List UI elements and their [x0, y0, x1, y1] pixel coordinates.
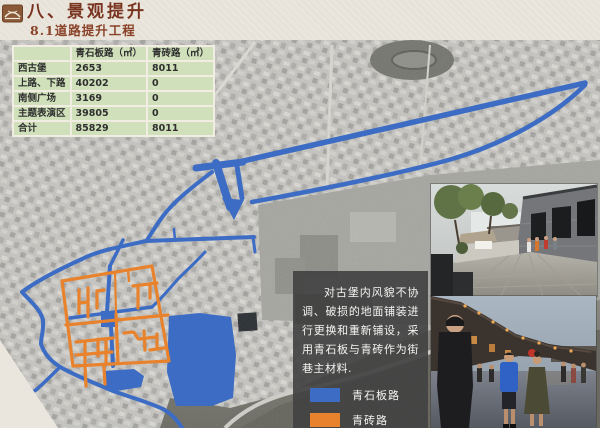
legend-item: 青砖路: [310, 412, 419, 428]
value-cell: 0: [147, 106, 214, 121]
road-area-table-body: 青石板路（㎡）青砖路（㎡）西古堡26538011上路、下路402020南侧广场3…: [13, 46, 214, 136]
road-area-table: 青石板路（㎡）青砖路（㎡）西古堡26538011上路、下路402020南侧广场3…: [12, 45, 215, 137]
legend-label: 青砖路: [352, 412, 388, 428]
value-cell: 39805: [71, 106, 148, 121]
row-label-cell: 上路、下路: [13, 76, 71, 91]
row-label-cell: 南侧广场: [13, 91, 71, 106]
table-header-cell: 青砖路（㎡）: [147, 46, 214, 61]
table-row: 南侧广场31690: [13, 91, 214, 106]
table-row: 合计858298011: [13, 121, 214, 136]
table-row: 上路、下路402020: [13, 76, 214, 91]
map-legend: 青石板路青砖路: [302, 387, 419, 428]
table-row: 西古堡26538011: [13, 61, 214, 76]
table-header-cell: 青石板路（㎡）: [71, 46, 148, 61]
table-header-row: 青石板路（㎡）青砖路（㎡）: [13, 46, 214, 61]
page-subtitle: 8.1道路提升工程: [30, 23, 147, 39]
value-cell: 8011: [147, 61, 214, 76]
value-cell: 0: [147, 76, 214, 91]
value-cell: 0: [147, 91, 214, 106]
value-cell: 8011: [147, 121, 214, 136]
photo-lantern-street-dusk: [431, 296, 596, 428]
table-row: 主题表演区398050: [13, 106, 214, 121]
value-cell: 2653: [71, 61, 148, 76]
value-cell: 85829: [71, 121, 148, 136]
value-cell: 40202: [71, 76, 148, 91]
page-title: 八、景观提升: [27, 2, 147, 22]
value-cell: 3169: [71, 91, 148, 106]
note-text: 对古堡内风貌不协调、破损的地面铺装进行更换和重新铺设，采用青石板与青砖作为街巷主…: [302, 283, 419, 378]
title-block: 八、景观提升 8.1道路提升工程: [2, 2, 147, 39]
row-label-cell: 合计: [13, 121, 71, 136]
legend-item: 青石板路: [310, 387, 419, 403]
slide: 八、景观提升 8.1道路提升工程 青石板路（㎡）青砖路（㎡）西古堡2653801…: [0, 0, 600, 428]
legend-label: 青石板路: [352, 387, 400, 403]
row-label-cell: 主题表演区: [13, 106, 71, 121]
legend-swatch: [310, 413, 340, 427]
note-panel: 对古堡内风貌不协调、破损的地面铺装进行更换和重新铺设，采用青石板与青砖作为街巷主…: [293, 271, 428, 428]
photo-stone-street-day: [431, 184, 597, 296]
table-header-cell: [13, 46, 71, 61]
row-label-cell: 西古堡: [13, 61, 71, 76]
bridge-seal-icon: [2, 4, 23, 23]
legend-swatch: [310, 388, 340, 402]
